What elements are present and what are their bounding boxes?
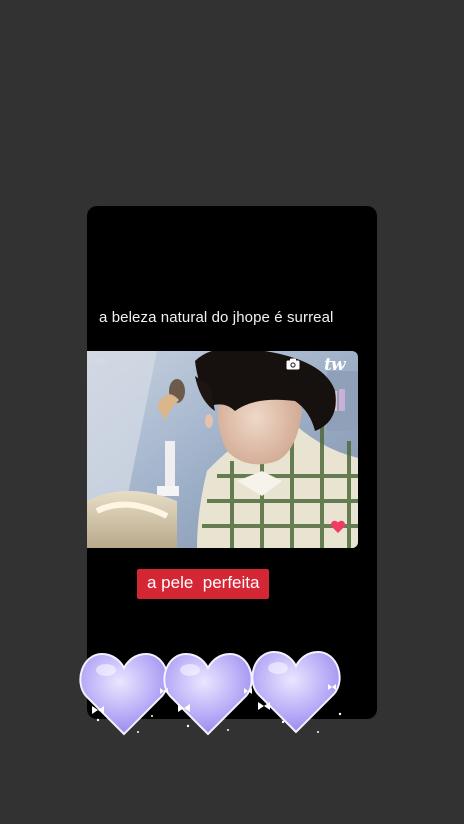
camera-icon[interactable] (286, 358, 300, 370)
purple-hearts-sticker[interactable] (78, 644, 358, 740)
post-caption: a beleza natural do jhope é surreal (99, 309, 334, 326)
heart-icon[interactable] (330, 520, 346, 534)
watermark-logo: tw (324, 355, 345, 375)
heart-icon-2 (163, 652, 253, 736)
heart-icon-3 (251, 650, 341, 734)
heart-icon-1 (79, 652, 169, 736)
video-still (87, 351, 358, 548)
video-frame[interactable]: 7,896 tw (87, 351, 358, 548)
post-card[interactable]: a beleza natural do jhope é surreal 7,89… (87, 206, 377, 719)
story-screen: a beleza natural do jhope é surreal 7,89… (0, 0, 464, 824)
subtitle-banner: a pele perfeita (137, 569, 270, 599)
video-counter: 7,896 (90, 359, 106, 365)
video-progress-dots (170, 540, 180, 543)
